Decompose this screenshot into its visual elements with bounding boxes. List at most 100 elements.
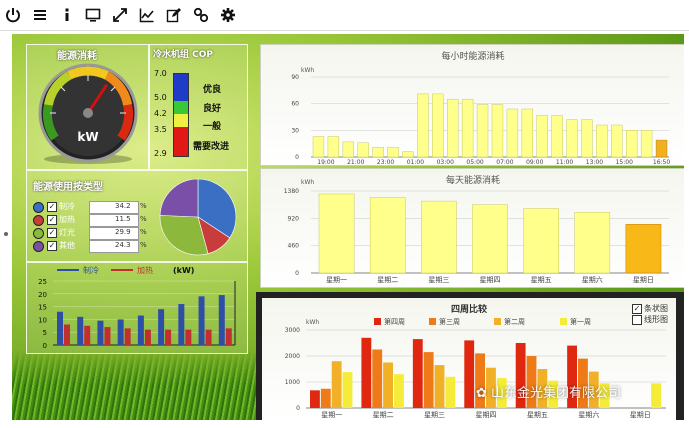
weekly-tick-label: 2000	[285, 353, 300, 360]
daily-unit: kWh	[301, 179, 314, 186]
weekly-tick-label: 3000	[285, 327, 300, 334]
type-value-box	[89, 240, 139, 253]
menu-icon[interactable]	[31, 6, 49, 24]
hourly-tick-label: 90	[291, 74, 299, 81]
mini-bar	[158, 309, 165, 345]
weekly-bar	[331, 361, 342, 408]
daily-bar	[318, 193, 355, 274]
cop-scale-4: 3.5	[154, 125, 167, 134]
weekly-x-label: 星期日	[630, 411, 651, 419]
type-checkbox[interactable]: ✓	[47, 228, 57, 238]
type-value: 11.5	[115, 215, 131, 223]
daily-x-label: 星期二	[377, 276, 398, 284]
daily-x-label: 星期六	[582, 275, 603, 284]
cop-level-good: 良好	[203, 104, 222, 114]
hourly-bar	[461, 98, 474, 158]
type-label: 其他	[59, 241, 75, 250]
weekly-chart-panel: 四周比较 ✓ 条状图 线形图 kWh 0 1000 2000 3000 第四周 第三周 第二…	[262, 298, 676, 420]
line-chart-icon[interactable]	[138, 6, 156, 24]
cop-level-excellent: 优良	[203, 85, 222, 95]
hourly-x-label: 23:00	[377, 159, 394, 165]
weekly-bar	[372, 349, 383, 408]
type-unit: %	[140, 215, 147, 223]
hourly-bar	[566, 119, 578, 158]
type-checkbox[interactable]: ✓	[47, 202, 57, 212]
hourly-bar	[640, 130, 653, 158]
weekly-x-label: 星期一	[321, 411, 342, 419]
hourly-x-label: 01:00	[407, 159, 424, 165]
gauge-unit: kW	[77, 130, 98, 144]
gauge-panel: 能源消耗 kW	[26, 44, 150, 170]
monitor-icon[interactable]	[84, 6, 102, 24]
mini-bar	[64, 324, 70, 345]
daily-x-label: 星期五	[531, 276, 552, 284]
type-label: 制冷	[59, 202, 75, 211]
cop-band-good	[174, 101, 188, 114]
type-value-box	[89, 214, 139, 227]
edit-icon[interactable]	[165, 6, 183, 24]
hourly-bar	[357, 142, 369, 158]
weekly-tick-label: 1000	[285, 379, 300, 386]
energy-type-title: 能源使用按类型	[33, 182, 103, 193]
type-checkbox[interactable]: ✓	[47, 241, 57, 251]
weekly-legend-label: 第四周	[384, 317, 405, 326]
hourly-bar	[432, 93, 444, 158]
hourly-x-label: 11:00	[556, 159, 573, 165]
mini-chart: 制冷 加热 (kW) 25 20 15 10 5 0	[38, 265, 236, 350]
weekly-legend-swatch	[560, 318, 567, 325]
hourly-x-label: 15:00	[616, 159, 633, 165]
energy-type-row: ✓ 加热 11.5%	[33, 214, 151, 227]
weekly-bar	[383, 362, 393, 408]
daily-chart: kWh 0 460 920 1380 星期一 星期二 星期三 星期四 星期五 星期六 星期日	[284, 179, 669, 284]
energy-type-row: ✓ 灯光 29.9%	[33, 227, 151, 240]
hourly-x-label: 03:00	[437, 159, 454, 165]
cop-scale-top: 7.0	[154, 69, 167, 78]
mini-bar	[165, 329, 172, 345]
weekly-chart: kWh 0 1000 2000 3000 第四周 第三周 第二周 第一周星期一 星期二 星期三 星期…	[285, 317, 666, 419]
daily-tick-label: 460	[288, 243, 300, 250]
type-value: 34.2	[115, 202, 131, 210]
mini-bar	[77, 316, 84, 345]
mini-bar	[84, 325, 91, 345]
cop-scale-bottom: 2.9	[154, 149, 167, 158]
expand-icon[interactable]	[111, 6, 129, 24]
gear-icon[interactable]	[219, 6, 237, 24]
side-handle[interactable]	[4, 232, 8, 236]
type-value-box	[89, 227, 139, 240]
hourly-bar	[551, 114, 563, 158]
weekly-tick-label: 0	[296, 405, 300, 412]
weekly-bar	[434, 365, 445, 408]
mini-unit: (kW)	[173, 266, 194, 275]
mini-bar	[97, 320, 104, 345]
weekly-bar	[423, 352, 434, 408]
power-icon[interactable]	[4, 6, 22, 24]
daily-bar	[421, 200, 457, 274]
cop-bar	[173, 73, 189, 157]
mini-bar	[185, 329, 192, 345]
gauge-title: 能源消耗	[57, 51, 97, 62]
weekly-unit: kWh	[306, 319, 319, 326]
energy-type-row: ✓ 其他 24.3%	[33, 240, 151, 253]
type-color-dot	[33, 241, 44, 252]
hourly-x-label: 21:00	[347, 159, 364, 165]
hourly-bar	[372, 146, 384, 158]
energy-type-pie	[159, 178, 237, 256]
mini-tick-label: 5	[43, 329, 47, 337]
toolbar	[0, 0, 689, 31]
mini-bar	[137, 315, 144, 345]
weekly-x-label: 星期六	[578, 410, 599, 419]
weekly-bar	[320, 388, 331, 408]
hourly-bar	[447, 98, 459, 158]
info-icon[interactable]	[58, 6, 76, 24]
hourly-x-label: 13:00	[586, 159, 603, 165]
link-icon[interactable]	[192, 6, 210, 24]
dashboard-canvas: 能源消耗 kW 冷水机组 COP 7.0 5.0 4.2 3.5 2.9 优良 …	[12, 34, 684, 420]
hourly-bar	[521, 108, 534, 158]
weekly-x-label: 星期四	[476, 411, 497, 419]
daily-bar	[523, 208, 559, 274]
cop-title: 冷水机组 COP	[153, 50, 213, 60]
type-checkbox[interactable]: ✓	[47, 215, 57, 225]
watermark: ✿ 山东金光集团有限公司	[476, 386, 622, 401]
hourly-bar	[312, 136, 325, 158]
type-color-dot	[33, 228, 44, 239]
